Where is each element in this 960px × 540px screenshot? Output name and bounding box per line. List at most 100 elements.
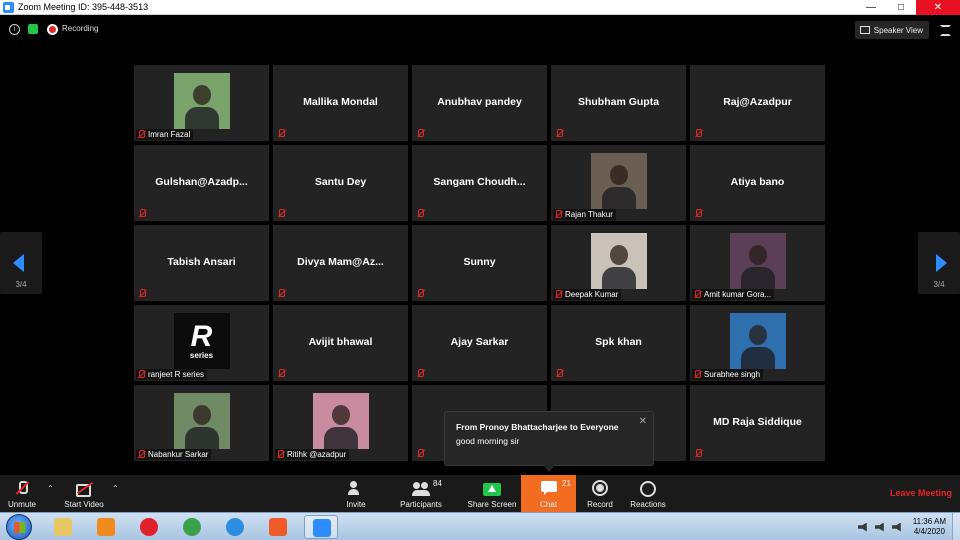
speaker-view-button[interactable]: Speaker View xyxy=(854,21,929,39)
channel-logo: R xyxy=(190,319,213,353)
show-desktop-button[interactable] xyxy=(952,513,960,540)
participant-tile[interactable]: Sunny xyxy=(412,225,547,301)
volume-icon[interactable] xyxy=(891,522,901,532)
participant-tile[interactable]: Sangam Choudh... xyxy=(412,145,547,221)
participant-tile[interactable]: Santu Dey xyxy=(273,145,408,221)
chat-notification[interactable]: From Pronoy Bhattacharjee to Everyone go… xyxy=(444,411,654,472)
taskbar-app-button[interactable] xyxy=(89,515,123,539)
muted-mic-icon xyxy=(693,289,702,300)
info-icon[interactable]: i xyxy=(9,24,20,35)
participant-label: Surabhee singh xyxy=(692,369,764,380)
muted-mic-icon xyxy=(14,480,30,496)
flag-icon[interactable] xyxy=(857,522,867,532)
opera-icon xyxy=(140,518,158,536)
participants-icon xyxy=(412,480,430,496)
previous-page-button[interactable]: 3/4 xyxy=(0,232,42,294)
participant-tile[interactable]: Shubham Gupta xyxy=(551,65,686,141)
minimize-button[interactable]: — xyxy=(856,0,886,15)
participant-tile[interactable]: Ajay Sarkar xyxy=(412,305,547,381)
muted-mic-icon xyxy=(554,209,563,220)
reactions-button[interactable]: Reactions xyxy=(626,475,670,512)
participant-name: Shubham Gupta xyxy=(577,96,660,108)
participant-tile[interactable]: Spk khan xyxy=(551,305,686,381)
maximize-button[interactable]: □ xyxy=(886,0,916,15)
participant-name: ranjeet R series xyxy=(148,370,205,379)
participant-name: Nabankur Sarkar xyxy=(148,450,209,459)
participant-label: Ritihk @azadpur xyxy=(275,449,350,460)
participant-name: Surabhee singh xyxy=(704,370,761,379)
participant-tile[interactable]: Nabankur Sarkar xyxy=(134,385,269,461)
lock-icon[interactable] xyxy=(28,24,38,34)
avatar-silhouette xyxy=(192,85,211,105)
participant-tile[interactable]: Imran Fazal xyxy=(134,65,269,141)
video-options-chevron-icon[interactable]: ⌃ xyxy=(112,484,119,493)
participant-tile[interactable]: Mallika Mondal xyxy=(273,65,408,141)
close-icon[interactable]: ✕ xyxy=(639,416,647,427)
participant-tile[interactable]: Ritihk @azadpur xyxy=(273,385,408,461)
system-tray: 11:36 AM 4/4/2020 xyxy=(854,513,960,540)
share-screen-label: Share Screen xyxy=(467,500,517,509)
participant-name: MD Raja Siddique xyxy=(713,416,802,428)
avatar-silhouette xyxy=(192,405,211,425)
page-indicator-right: 3/4 xyxy=(933,280,945,289)
audio-options-chevron-icon[interactable]: ⌃ xyxy=(47,484,54,493)
close-window-button[interactable]: ✕ xyxy=(916,0,960,15)
participant-tile[interactable]: Atiya bano xyxy=(690,145,825,221)
participant-tile[interactable]: Deepak Kumar xyxy=(551,225,686,301)
participant-tile[interactable]: Divya Mam@Az... xyxy=(273,225,408,301)
taskbar-app-button[interactable] xyxy=(132,515,166,539)
network-icon[interactable] xyxy=(874,522,884,532)
participant-name: Rajan Thakur xyxy=(565,210,613,219)
taskbar-app-button[interactable] xyxy=(261,515,295,539)
file-explorer-icon xyxy=(54,518,72,536)
record-button[interactable]: Record xyxy=(582,475,618,512)
avatar-torso xyxy=(323,427,358,449)
chat-unread-count: 21 xyxy=(562,479,571,488)
muted-mic-icon xyxy=(693,369,702,380)
participant-tile[interactable]: Gulshan@Azadp... xyxy=(134,145,269,221)
participant-photo xyxy=(590,153,647,209)
participant-name: Sunny xyxy=(463,256,496,268)
participant-label: Imran Fazal xyxy=(136,129,194,140)
arrow-left-icon xyxy=(13,254,24,272)
muted-mic-icon xyxy=(694,209,703,219)
windows-start-button[interactable] xyxy=(6,514,32,540)
muted-mic-icon xyxy=(138,209,147,219)
participant-name: Gulshan@Azadp... xyxy=(155,176,248,188)
unmute-button[interactable]: Unmute xyxy=(2,475,42,512)
recording-label: Recording xyxy=(62,24,99,33)
share-screen-button[interactable]: Share Screen xyxy=(466,475,518,512)
meeting-top-bar: i Recording Speaker View xyxy=(0,16,960,44)
participant-photo xyxy=(312,393,369,449)
participant-tile[interactable]: Tabish Ansari xyxy=(134,225,269,301)
fullscreen-icon[interactable] xyxy=(940,25,951,36)
participant-tile[interactable]: Rseries ranjeet R series xyxy=(134,305,269,381)
muted-mic-icon xyxy=(416,449,425,459)
participants-count: 84 xyxy=(433,479,442,488)
start-video-button[interactable]: Start Video xyxy=(60,475,108,512)
record-label: Record xyxy=(587,500,613,509)
participant-tile[interactable]: Anubhav pandey xyxy=(412,65,547,141)
next-page-button[interactable]: 3/4 xyxy=(918,232,960,294)
taskbar-app-button[interactable] xyxy=(46,515,80,539)
window-title: Zoom Meeting ID: 395-448-3513 xyxy=(18,2,149,12)
reactions-label: Reactions xyxy=(630,500,666,509)
participant-tile[interactable]: Raj@Azadpur xyxy=(690,65,825,141)
participant-tile[interactable]: Avijit bhawal xyxy=(273,305,408,381)
muted-mic-icon xyxy=(277,129,286,139)
taskbar-app-button[interactable] xyxy=(175,515,209,539)
avatar-silhouette xyxy=(609,165,628,185)
taskbar-app-button[interactable] xyxy=(218,515,252,539)
participant-name: Sangam Choudh... xyxy=(433,176,526,188)
avatar-torso xyxy=(184,427,219,449)
leave-meeting-button[interactable]: Leave Meeting xyxy=(890,488,952,498)
participant-tile[interactable]: Amit kumar Gora... xyxy=(690,225,825,301)
participant-tile[interactable]: Surabhee singh xyxy=(690,305,825,381)
invite-button[interactable]: Invite xyxy=(338,475,374,512)
unmute-label: Unmute xyxy=(7,500,36,509)
taskbar-clock[interactable]: 11:36 AM 4/4/2020 xyxy=(913,517,946,537)
participant-tile[interactable]: MD Raja Siddique xyxy=(690,385,825,461)
taskbar-app-button[interactable] xyxy=(304,515,338,539)
network-globe-icon xyxy=(183,518,201,536)
participant-tile[interactable]: Rajan Thakur xyxy=(551,145,686,221)
